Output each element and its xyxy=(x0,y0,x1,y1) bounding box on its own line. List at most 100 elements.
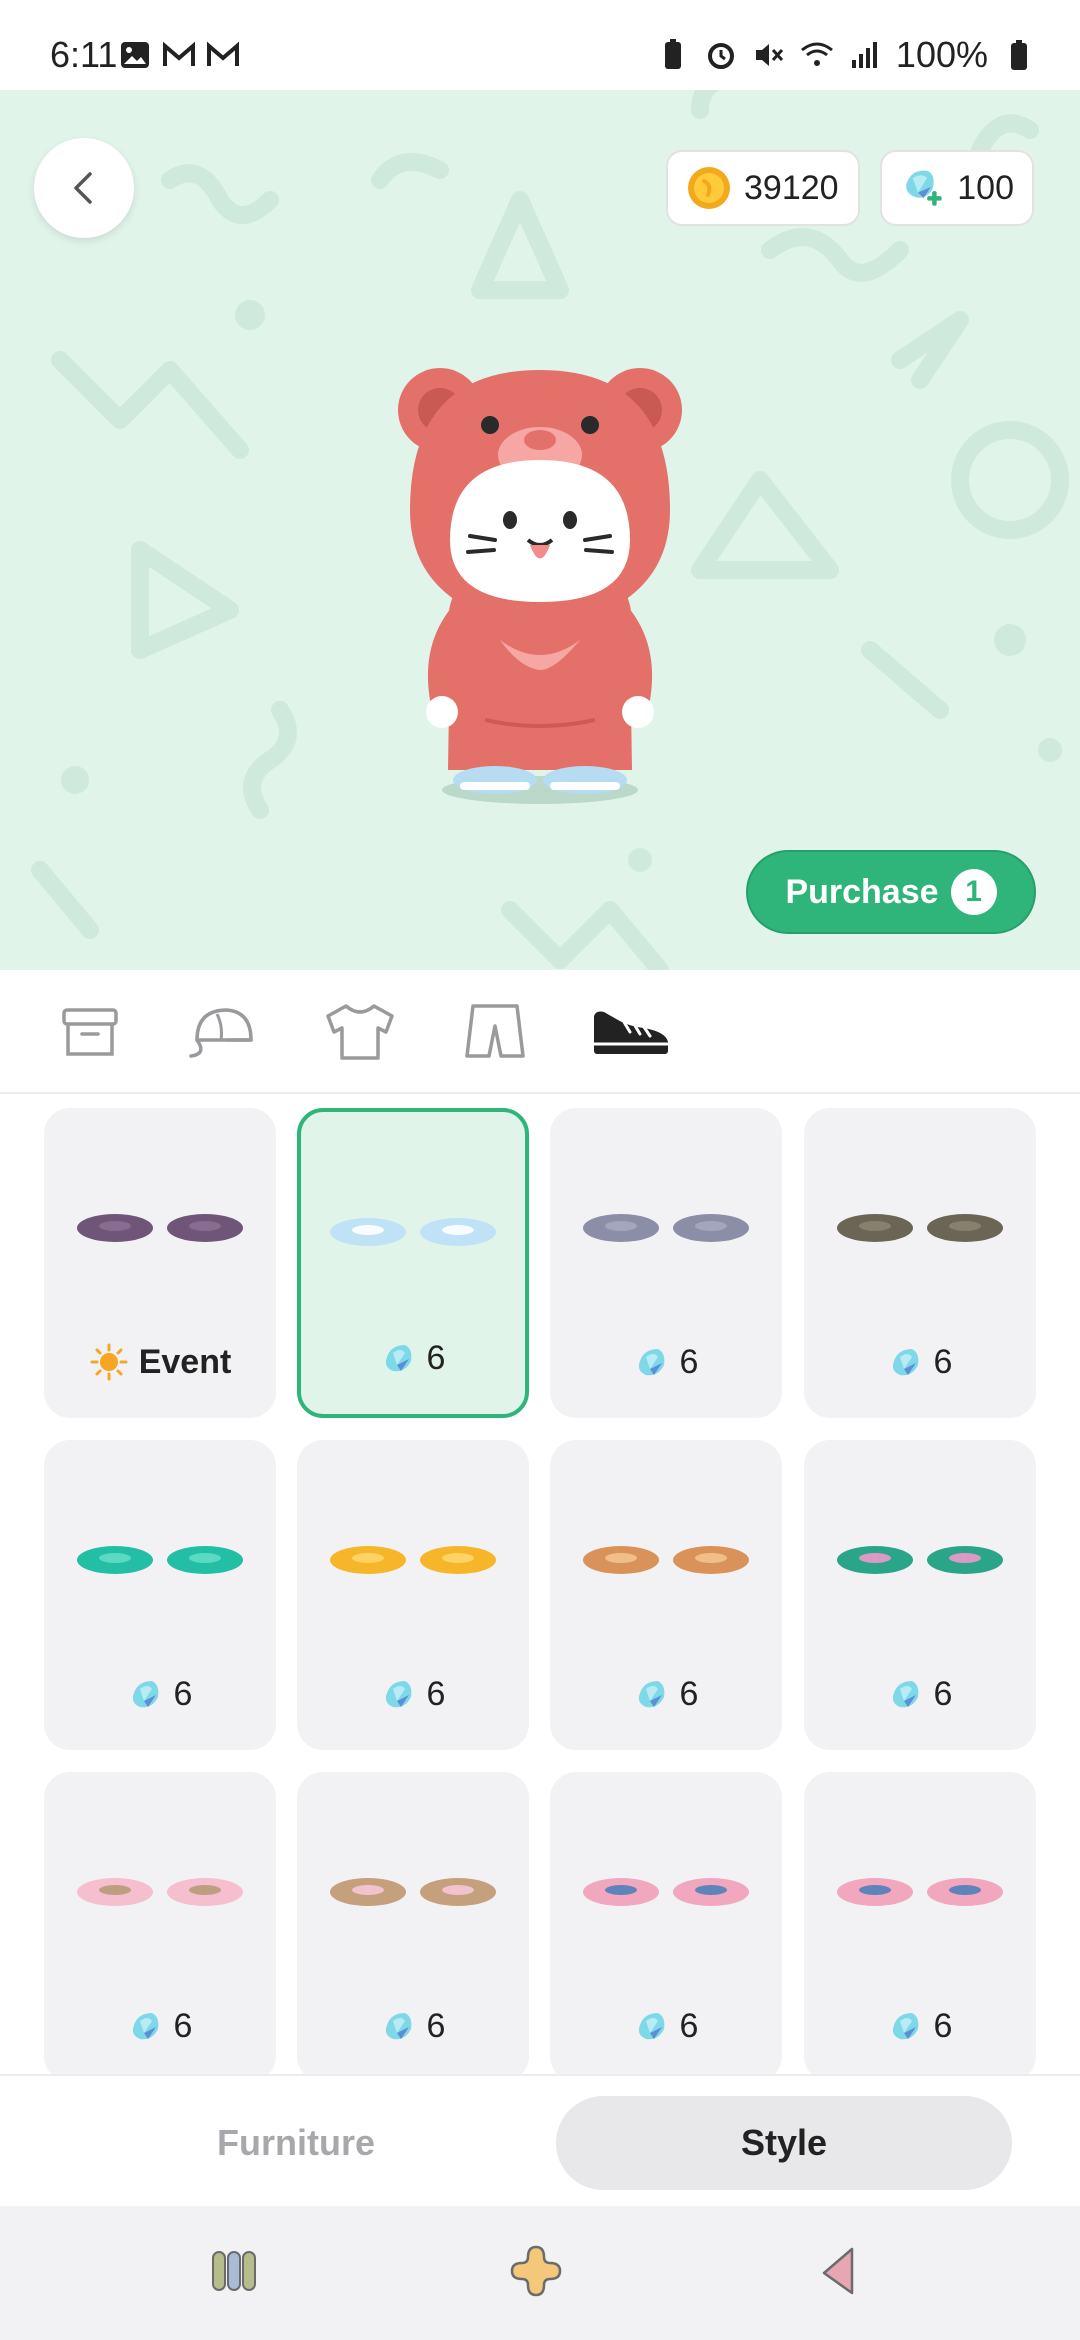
shoe-preview xyxy=(44,1862,276,1922)
gem-icon xyxy=(892,2012,918,2039)
tab-furniture[interactable]: Furniture xyxy=(68,2096,524,2190)
price-text: 6 xyxy=(426,2007,446,2045)
shoe-pair-icon xyxy=(330,1878,496,1906)
gem-icon xyxy=(638,2012,664,2039)
price-text: 6 xyxy=(933,1675,953,1713)
shoe-preview xyxy=(550,1198,782,1258)
gmail-icon xyxy=(163,41,195,66)
price-text: 6 xyxy=(426,1339,446,1377)
shoe-preview xyxy=(804,1862,1036,1922)
shoe-pair-icon xyxy=(583,1214,749,1242)
recent-apps-button[interactable] xyxy=(194,2236,274,2306)
shorts-icon xyxy=(465,1004,525,1058)
price-text: 6 xyxy=(933,1343,953,1381)
shoe-item-card[interactable]: 6 xyxy=(44,1772,276,2082)
character-preview: 39120 100 Purchase 1 xyxy=(0,90,1080,970)
gem-icon xyxy=(385,2012,411,2039)
gem-icon xyxy=(892,1348,918,1375)
home-icon xyxy=(510,2245,562,2297)
price-text: 6 xyxy=(173,2007,193,2045)
shoe-item-card[interactable]: 6 xyxy=(297,1772,529,2082)
item-price: 6 xyxy=(301,1339,525,1378)
coin-balance[interactable]: 39120 xyxy=(666,150,860,226)
shoe-pair-icon xyxy=(330,1218,496,1246)
status-bar: 6:11 100% xyxy=(0,0,1080,90)
back-nav-button[interactable] xyxy=(800,2236,880,2306)
status-time: 6:11 xyxy=(50,34,118,75)
shoe-item-card[interactable]: 6 xyxy=(44,1440,276,1750)
battery-percent: 100% xyxy=(895,34,988,75)
gem-count: 100 xyxy=(957,168,1014,207)
tab-shoes[interactable] xyxy=(585,992,675,1072)
image-icon xyxy=(121,42,149,68)
tab-style[interactable]: Style xyxy=(556,2096,1012,2190)
price-text: 6 xyxy=(679,1343,699,1381)
coin-count: 39120 xyxy=(744,168,839,207)
shoe-item-card[interactable]: 6 xyxy=(550,1772,782,2082)
gem-icon xyxy=(385,1344,411,1371)
shoe-pair-icon xyxy=(837,1546,1003,1574)
tab-bottoms[interactable] xyxy=(450,992,540,1072)
shoe-pair-icon xyxy=(583,1878,749,1906)
signal-icon xyxy=(851,42,877,68)
back-button[interactable] xyxy=(34,138,134,238)
shoe-item-card[interactable]: 6 xyxy=(804,1440,1036,1750)
shoe-preview xyxy=(297,1530,529,1590)
bottom-tabs: Furniture Style xyxy=(0,2074,1080,2204)
tab-hats[interactable] xyxy=(180,992,270,1072)
battery-icon xyxy=(1011,40,1027,70)
coin-icon xyxy=(688,167,730,209)
shoe-pair-icon xyxy=(837,1214,1003,1242)
sneaker-icon xyxy=(594,1011,668,1054)
item-price: 6 xyxy=(804,1675,1036,1714)
battery-saver-icon xyxy=(664,39,681,69)
shoe-item-card[interactable]: 6 xyxy=(297,1440,529,1750)
sun-icon xyxy=(90,1343,128,1381)
price-text: 6 xyxy=(173,1675,193,1713)
shoe-item-card[interactable]: 6 xyxy=(804,1772,1036,2082)
shoe-preview xyxy=(550,1530,782,1590)
tab-storage[interactable] xyxy=(45,992,135,1072)
tab-tops[interactable] xyxy=(315,992,405,1072)
home-button[interactable] xyxy=(496,2236,576,2306)
price-text: 6 xyxy=(426,1675,446,1713)
shoe-pair-icon xyxy=(77,1214,243,1242)
shoe-pair-icon xyxy=(583,1546,749,1574)
gem-icon xyxy=(638,1680,664,1707)
item-price: 6 xyxy=(297,1675,529,1714)
system-navigation-bar xyxy=(0,2206,1080,2340)
item-price: 6 xyxy=(44,2007,276,2046)
shoe-item-card[interactable]: Event xyxy=(44,1108,276,1418)
purchase-label: Purchase xyxy=(785,872,939,911)
item-price: 6 xyxy=(804,1343,1036,1382)
item-price: 6 xyxy=(550,1675,782,1714)
shoe-preview xyxy=(804,1530,1036,1590)
gem-plus-icon xyxy=(906,170,942,206)
price-text: 6 xyxy=(679,1675,699,1713)
shoe-item-card[interactable]: 6 xyxy=(550,1440,782,1750)
shoe-preview xyxy=(804,1198,1036,1258)
storage-box-icon xyxy=(62,1008,118,1056)
shoe-item-card[interactable]: 6 xyxy=(804,1108,1036,1418)
price-text: 6 xyxy=(679,2007,699,2045)
wifi-icon xyxy=(800,42,833,66)
shoe-item-card[interactable]: 6 xyxy=(297,1108,529,1418)
shoe-preview xyxy=(44,1198,276,1258)
item-price: 6 xyxy=(550,2007,782,2046)
character-avatar xyxy=(398,368,682,804)
item-price: 6 xyxy=(297,2007,529,2046)
chevron-left-icon xyxy=(74,172,92,204)
shoe-pair-icon xyxy=(77,1878,243,1906)
status-right: 100% xyxy=(656,34,1036,76)
purchase-count-badge: 1 xyxy=(950,869,997,915)
shoe-item-card[interactable]: 6 xyxy=(550,1108,782,1418)
mute-icon xyxy=(755,44,784,66)
alarm-icon xyxy=(707,43,734,69)
purchase-button[interactable]: Purchase 1 xyxy=(746,850,1036,934)
status-notification-icons xyxy=(118,38,240,72)
item-price: 6 xyxy=(44,1675,276,1714)
price-text: Event xyxy=(138,1342,232,1381)
cap-icon xyxy=(189,1008,253,1058)
shoe-preview xyxy=(297,1862,529,1922)
gem-balance[interactable]: 100 xyxy=(880,150,1034,226)
